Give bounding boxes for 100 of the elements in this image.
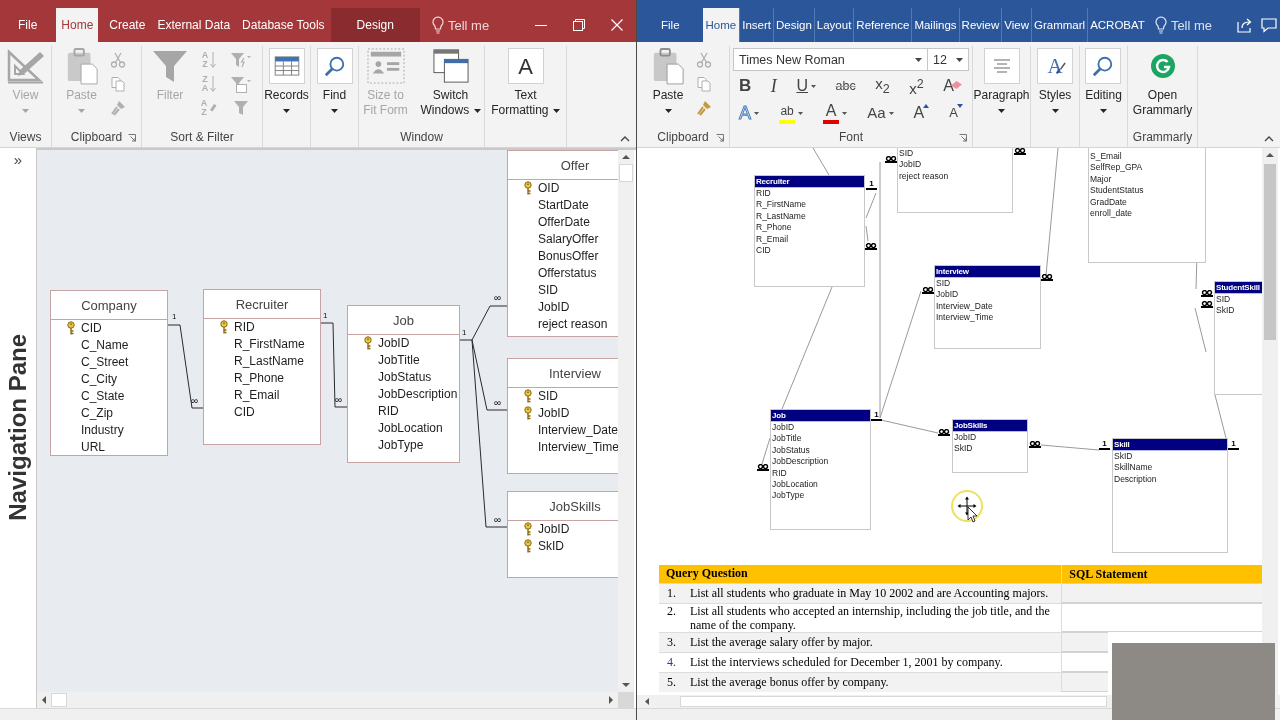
field-name[interactable]: Interview_Date bbox=[538, 423, 618, 437]
paste-button[interactable]: Paste bbox=[649, 46, 687, 113]
field-name[interactable]: SalaryOffer bbox=[538, 232, 599, 246]
table-card[interactable]: Job JobID JobTitle JobStatus JobDescription RID JobLocation JobType bbox=[347, 305, 460, 463]
find-button[interactable]: Find bbox=[314, 46, 355, 113]
clear-button[interactable]: A bbox=[941, 74, 965, 98]
relationship-line[interactable] bbox=[320, 322, 348, 408]
field-name[interactable]: SkID bbox=[538, 539, 564, 553]
field-name[interactable]: Industry bbox=[81, 423, 124, 437]
field-name[interactable]: SID bbox=[538, 389, 558, 403]
editing-button[interactable]: Editing bbox=[1083, 46, 1124, 113]
share-icon bbox=[1237, 17, 1253, 33]
sql-cell[interactable] bbox=[1062, 672, 1109, 692]
sql-cell[interactable] bbox=[1062, 632, 1109, 652]
ribbon-tab[interactable]: Database Tools bbox=[236, 8, 331, 42]
subscript-button[interactable]: x$_{2}$ bbox=[873, 74, 892, 98]
field-name[interactable]: URL bbox=[81, 440, 105, 454]
open-grammarly-button[interactable]: Open Grammarly bbox=[1128, 46, 1197, 118]
field-name[interactable]: C_City bbox=[81, 372, 117, 386]
ribbon-tab[interactable]: Home bbox=[56, 8, 99, 42]
paragraph-button[interactable]: Paragraph bbox=[971, 46, 1032, 113]
field-name[interactable]: Interview_Time bbox=[538, 440, 618, 454]
field-name[interactable]: JobID bbox=[538, 406, 570, 420]
highlight-button[interactable]: ab bbox=[777, 101, 806, 125]
field-name[interactable]: JobID bbox=[538, 522, 570, 536]
dialog-launcher-button[interactable] bbox=[959, 134, 967, 142]
field-name[interactable]: reject reason bbox=[538, 317, 608, 331]
dialog-launcher-button[interactable] bbox=[128, 134, 136, 142]
field-name[interactable]: JobStatus bbox=[378, 370, 432, 384]
search-icon bbox=[323, 55, 346, 77]
field-name[interactable]: RID bbox=[378, 404, 399, 418]
ribbon-tab[interactable]: File bbox=[12, 8, 44, 42]
table-card[interactable]: Company CID C_Name C_Street C_City C_State C_Zip Industry URL bbox=[50, 290, 168, 456]
field-name[interactable]: RID bbox=[234, 320, 255, 334]
field-name[interactable]: JobDescription bbox=[378, 387, 458, 401]
italic-button[interactable]: I bbox=[768, 74, 779, 98]
field-name[interactable]: C_Street bbox=[81, 355, 129, 369]
field-name[interactable]: C_Name bbox=[81, 338, 129, 352]
field-name[interactable]: JobID bbox=[538, 300, 570, 314]
scrollbar-thumb[interactable] bbox=[680, 696, 1107, 707]
table-card[interactable]: JobSkills JobID SkID bbox=[507, 491, 618, 578]
tell-me-field[interactable]: Tell me bbox=[1170, 17, 1221, 33]
table-title: Recruiter bbox=[235, 296, 289, 312]
ribbon-tab[interactable]: File bbox=[659, 8, 682, 42]
relationship-line[interactable] bbox=[167, 324, 204, 409]
scrollbar-thumb[interactable] bbox=[1264, 164, 1276, 340]
ribbon-tab[interactable]: Design bbox=[330, 8, 420, 42]
bold-button[interactable]: B bbox=[737, 74, 754, 98]
scrollbar-thumb[interactable] bbox=[619, 164, 633, 182]
field-name[interactable]: JobType bbox=[378, 438, 424, 452]
font-size-field[interactable]: 12 bbox=[928, 48, 969, 71]
field-name[interactable]: BonusOffer bbox=[538, 249, 599, 263]
grow-button[interactable]: A bbox=[911, 101, 932, 125]
field-name[interactable]: OfferDate bbox=[538, 215, 590, 229]
table-title: Job bbox=[393, 312, 414, 328]
field-name[interactable]: JobTitle bbox=[378, 353, 420, 367]
field-name[interactable]: R_LastName bbox=[234, 354, 305, 368]
chevron-up-icon bbox=[1264, 136, 1274, 142]
field-name[interactable]: C_Zip bbox=[81, 406, 113, 420]
relationship-line[interactable] bbox=[459, 305, 508, 341]
table-card[interactable]: Interview SID JobID Interview_Date Interview_Time bbox=[507, 358, 618, 474]
field-name[interactable]: StartDate bbox=[538, 198, 589, 212]
underline-button[interactable]: U bbox=[794, 74, 818, 98]
dialog-launcher-button[interactable] bbox=[716, 134, 724, 142]
field-name[interactable]: JobLocation bbox=[378, 421, 443, 435]
field-name[interactable]: JobID bbox=[378, 336, 410, 350]
field-name[interactable]: CID bbox=[81, 321, 102, 335]
shrink-button[interactable]: A bbox=[947, 101, 965, 125]
field-name[interactable]: R_Phone bbox=[234, 371, 285, 385]
font-name-field[interactable]: Times New Roman bbox=[733, 48, 928, 71]
field-name[interactable]: CID bbox=[234, 405, 255, 419]
field-name[interactable]: Offerstatus bbox=[538, 266, 597, 280]
relationship-line[interactable] bbox=[471, 339, 508, 528]
expand-pane-button[interactable]: » bbox=[13, 151, 23, 169]
vertical-scrollbar[interactable] bbox=[1262, 148, 1278, 695]
font-color-button[interactable]: A bbox=[821, 101, 850, 125]
text-formatting-button[interactable]: A Text Formatting bbox=[485, 46, 566, 118]
superscript-button[interactable]: x$^{2}$ bbox=[907, 74, 926, 98]
horizontal-scrollbar[interactable] bbox=[37, 692, 618, 708]
ribbon-tab[interactable]: Create bbox=[103, 8, 152, 42]
field-name[interactable]: SID bbox=[538, 283, 558, 297]
corner-arrow-icon bbox=[959, 134, 967, 142]
switch-windows-button[interactable]: Switch Windows bbox=[416, 46, 485, 118]
field-name[interactable]: C_State bbox=[81, 389, 125, 403]
field-name[interactable]: R_FirstName bbox=[234, 337, 305, 351]
ribbon-tab[interactable]: External Data bbox=[151, 8, 237, 42]
ribbon-tab[interactable]: Home bbox=[701, 8, 740, 42]
sql-cell[interactable] bbox=[1062, 583, 1262, 603]
table-card[interactable]: Offer OID StartDate OfferDate SalaryOffer BonusOffer Offerstatus SID JobID reject reason bbox=[507, 150, 618, 337]
field-name[interactable]: R_Email bbox=[234, 388, 280, 402]
records-button[interactable]: Records bbox=[262, 46, 311, 113]
table-card[interactable]: Recruiter RID R_FirstName R_LastName R_Phone R_Email CID bbox=[203, 289, 321, 445]
tell-me-field[interactable]: Tell me bbox=[447, 17, 498, 33]
collapse-ribbon-button[interactable] bbox=[1264, 136, 1274, 142]
case-button[interactable]: Aa bbox=[865, 101, 896, 125]
navigation-pane-label[interactable]: Navigation Pane bbox=[4, 334, 32, 521]
scrollbar-thumb[interactable] bbox=[51, 693, 67, 707]
vertical-scrollbar[interactable] bbox=[618, 150, 634, 692]
field-name[interactable]: OID bbox=[538, 181, 560, 195]
collapse-ribbon-button[interactable] bbox=[620, 136, 630, 142]
